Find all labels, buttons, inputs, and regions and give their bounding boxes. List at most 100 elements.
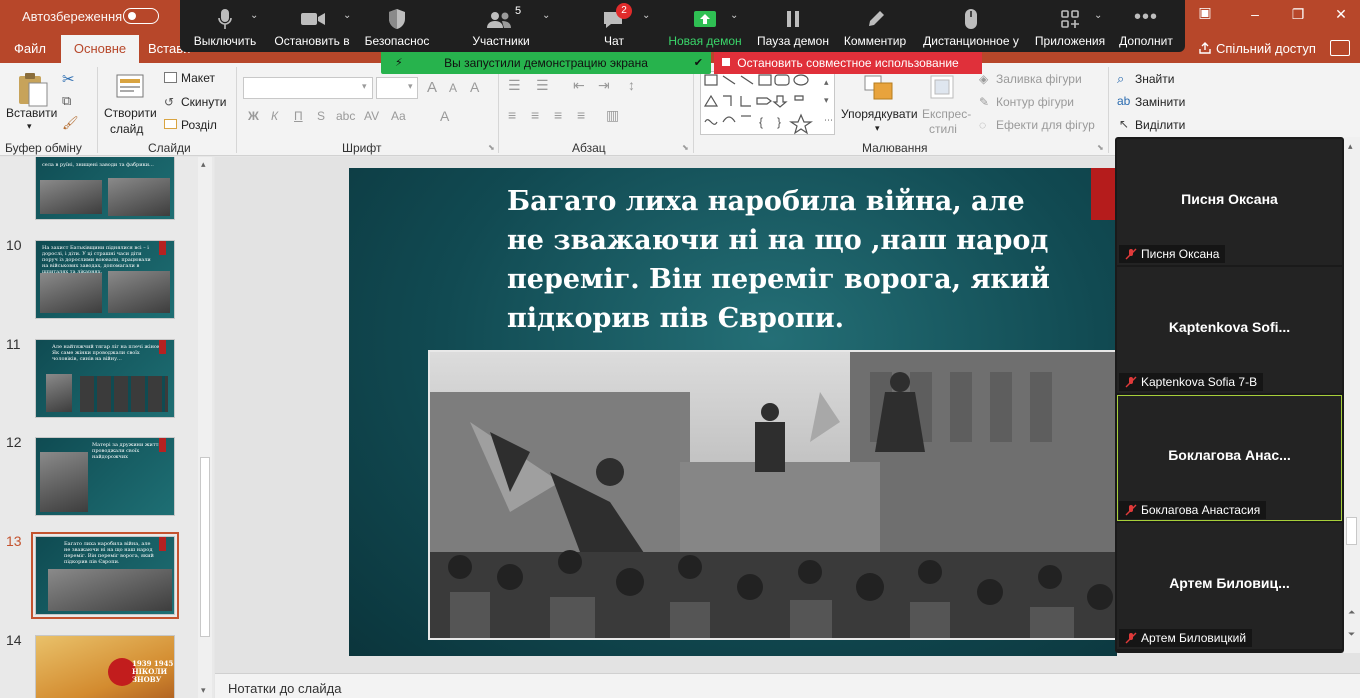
font-color-icon[interactable]: A — [440, 108, 449, 124]
mute-button[interactable]: Выключить — [190, 0, 260, 52]
find-button[interactable]: Знайти — [1135, 72, 1174, 86]
columns-icon[interactable]: ▥ — [606, 107, 619, 124]
font-family-select[interactable] — [243, 77, 373, 99]
line-spacing-icon[interactable]: ↕ — [628, 77, 635, 93]
new-slide-label-2[interactable]: слайд — [110, 122, 143, 136]
decrease-indent-icon[interactable]: ⇤ — [573, 77, 585, 94]
participants-chevron-icon[interactable]: ⌄ — [542, 10, 550, 21]
shadow-button[interactable]: abc — [336, 109, 355, 123]
new-slide-label-1[interactable]: Створити — [104, 106, 157, 120]
font-family-chevron-icon[interactable]: ▾ — [362, 81, 367, 92]
shape-fill-button[interactable]: Заливка фігури — [996, 72, 1082, 86]
restore-button[interactable]: ❐ — [1283, 6, 1313, 23]
share-button[interactable]: Спільний доступ — [1198, 41, 1316, 56]
arrange-label[interactable]: Упорядкувати — [841, 107, 918, 121]
video-options-chevron-icon[interactable]: ⌄ — [343, 10, 351, 21]
share-options-chevron-icon[interactable]: ⌄ — [730, 10, 738, 21]
tab-file[interactable]: Файл — [14, 41, 46, 56]
remote-control-button[interactable]: Дистанционное у — [920, 0, 1022, 52]
slide-thumbnail-10[interactable]: На захист Батьківщини піднялися всі – і … — [35, 240, 175, 319]
section-button[interactable]: Розділ — [181, 118, 217, 132]
drawing-dialog-launcher-icon[interactable]: ⬊ — [1097, 143, 1104, 152]
align-left-icon[interactable]: ≡ — [508, 107, 516, 123]
more-button[interactable]: ••• Дополнит — [1110, 0, 1182, 52]
paste-chevron-icon[interactable]: ▾ — [27, 121, 32, 132]
quick-styles-icon[interactable] — [928, 73, 958, 103]
shapes-scroll-down-icon[interactable]: ▾ — [824, 95, 829, 106]
bullets-icon[interactable]: ☰ — [508, 77, 521, 94]
security-button[interactable]: Безопаснос — [360, 0, 434, 52]
thumbnails-scroll-thumb[interactable] — [200, 457, 210, 637]
tab-home[interactable]: Основне — [61, 35, 139, 63]
paste-icon[interactable] — [16, 71, 50, 109]
notes-pane[interactable]: Нотатки до слайда — [215, 673, 1360, 698]
select-button[interactable]: Виділити — [1135, 118, 1185, 132]
next-slide-icon[interactable]: ⏷ — [1348, 629, 1355, 640]
scroll-up-icon[interactable]: ▴ — [201, 159, 206, 170]
increase-indent-icon[interactable]: ⇥ — [598, 77, 610, 94]
slide-thumbnail-12[interactable]: Матері за дружини життя проводжали своїх… — [35, 437, 175, 516]
participant-tile[interactable]: Артем Биловиц... Артем Биловицкий — [1117, 523, 1342, 649]
paragraph-dialog-launcher-icon[interactable]: ⬊ — [682, 143, 689, 152]
slide-photo[interactable] — [428, 350, 1117, 640]
italic-button[interactable]: К — [271, 109, 278, 123]
layout-button[interactable]: Макет — [181, 71, 215, 85]
prev-slide-icon[interactable]: ⏶ — [1348, 607, 1355, 618]
strikethrough-button[interactable]: S — [317, 109, 325, 123]
bold-button[interactable]: Ж — [248, 109, 259, 123]
justify-icon[interactable]: ≡ — [577, 107, 585, 123]
participant-tile[interactable]: Kaptenkova Sofi... Kaptenkova Sofia 7-B — [1117, 267, 1342, 393]
slide-thumbnail-9[interactable]: села в руїні, знищені заводи та фабрики.… — [35, 157, 175, 220]
shrink-font-icon[interactable]: A — [449, 81, 457, 95]
scroll-down-icon[interactable]: ▾ — [201, 685, 206, 696]
shape-effects-button[interactable]: Ефекти для фігур — [996, 118, 1095, 132]
paste-label[interactable]: Вставити — [6, 106, 57, 120]
annotate-button[interactable]: Комментир — [840, 0, 910, 52]
char-spacing-button[interactable]: AV — [364, 109, 379, 123]
minimize-button[interactable]: – — [1240, 6, 1270, 22]
change-case-button[interactable]: Aa — [391, 109, 406, 123]
close-button[interactable]: ✕ — [1326, 6, 1356, 23]
clear-format-icon[interactable]: A — [470, 79, 479, 95]
participants-button[interactable]: 5 Участники — [463, 0, 539, 52]
copy-icon[interactable]: ⧉ — [62, 93, 71, 109]
arrange-chevron-icon[interactable]: ▾ — [875, 123, 880, 134]
font-dialog-launcher-icon[interactable]: ⬊ — [488, 143, 495, 152]
numbering-icon[interactable]: ☰ — [536, 77, 549, 94]
slide-13[interactable]: Багато лиха наробила війна, але не зважа… — [349, 168, 1117, 656]
chat-chevron-icon[interactable]: ⌄ — [642, 10, 650, 21]
chat-button[interactable]: 2 Чат — [584, 0, 644, 52]
new-share-button[interactable]: Новая демон — [664, 0, 746, 52]
quick-styles-label-1[interactable]: Експрес- — [922, 107, 971, 121]
replace-button[interactable]: Замінити — [1135, 95, 1185, 109]
shapes-more-icon[interactable]: ⋯ — [824, 115, 833, 126]
comments-icon[interactable] — [1330, 40, 1350, 56]
slide-scrollbar[interactable]: ▴ ⏶ ⏷ — [1344, 137, 1360, 653]
underline-button[interactable]: П — [294, 109, 303, 123]
shape-outline-button[interactable]: Контур фігури — [996, 95, 1074, 109]
align-right-icon[interactable]: ≡ — [554, 107, 562, 123]
font-size-chevron-icon[interactable]: ▾ — [408, 81, 413, 92]
mute-options-chevron-icon[interactable]: ⌄ — [250, 10, 258, 21]
align-center-icon[interactable]: ≡ — [531, 107, 539, 123]
cut-icon[interactable]: ✂ — [62, 70, 75, 88]
slide-thumbnail-14[interactable]: 1939 1945 НІКОЛИ ЗНОВУ — [35, 635, 175, 698]
participant-tile[interactable]: Писня Оксана Писня Оксана — [1117, 139, 1342, 265]
pause-share-button[interactable]: Пауза демон — [755, 0, 831, 52]
shapes-scroll-up-icon[interactable]: ▴ — [824, 77, 829, 88]
slide-title[interactable]: Багато лиха наробила війна, але не зважа… — [507, 182, 1067, 338]
new-slide-icon[interactable] — [113, 69, 147, 103]
autosave-toggle[interactable] — [123, 8, 159, 24]
ribbon-display-icon[interactable]: ▣ — [1190, 4, 1220, 21]
slide-scroll-thumb[interactable] — [1346, 517, 1357, 545]
stop-share-button[interactable]: Остановить совместное использование — [714, 52, 982, 74]
format-painter-icon[interactable]: 🖌 — [62, 115, 79, 131]
apps-chevron-icon[interactable]: ⌄ — [1094, 10, 1102, 21]
slide-thumbnail-11[interactable]: Але найтяжчий тягар ліг на плечі жінок. … — [35, 339, 175, 418]
arrange-icon[interactable] — [862, 73, 896, 105]
apps-button[interactable]: Приложения — [1032, 0, 1108, 52]
scroll-up-icon[interactable]: ▴ — [1348, 141, 1353, 152]
slide-thumbnail-13[interactable]: Багато лиха наробила війна, але не зважа… — [31, 532, 179, 619]
quick-styles-label-2[interactable]: стилі — [929, 122, 957, 136]
grow-font-icon[interactable]: A — [427, 79, 437, 96]
